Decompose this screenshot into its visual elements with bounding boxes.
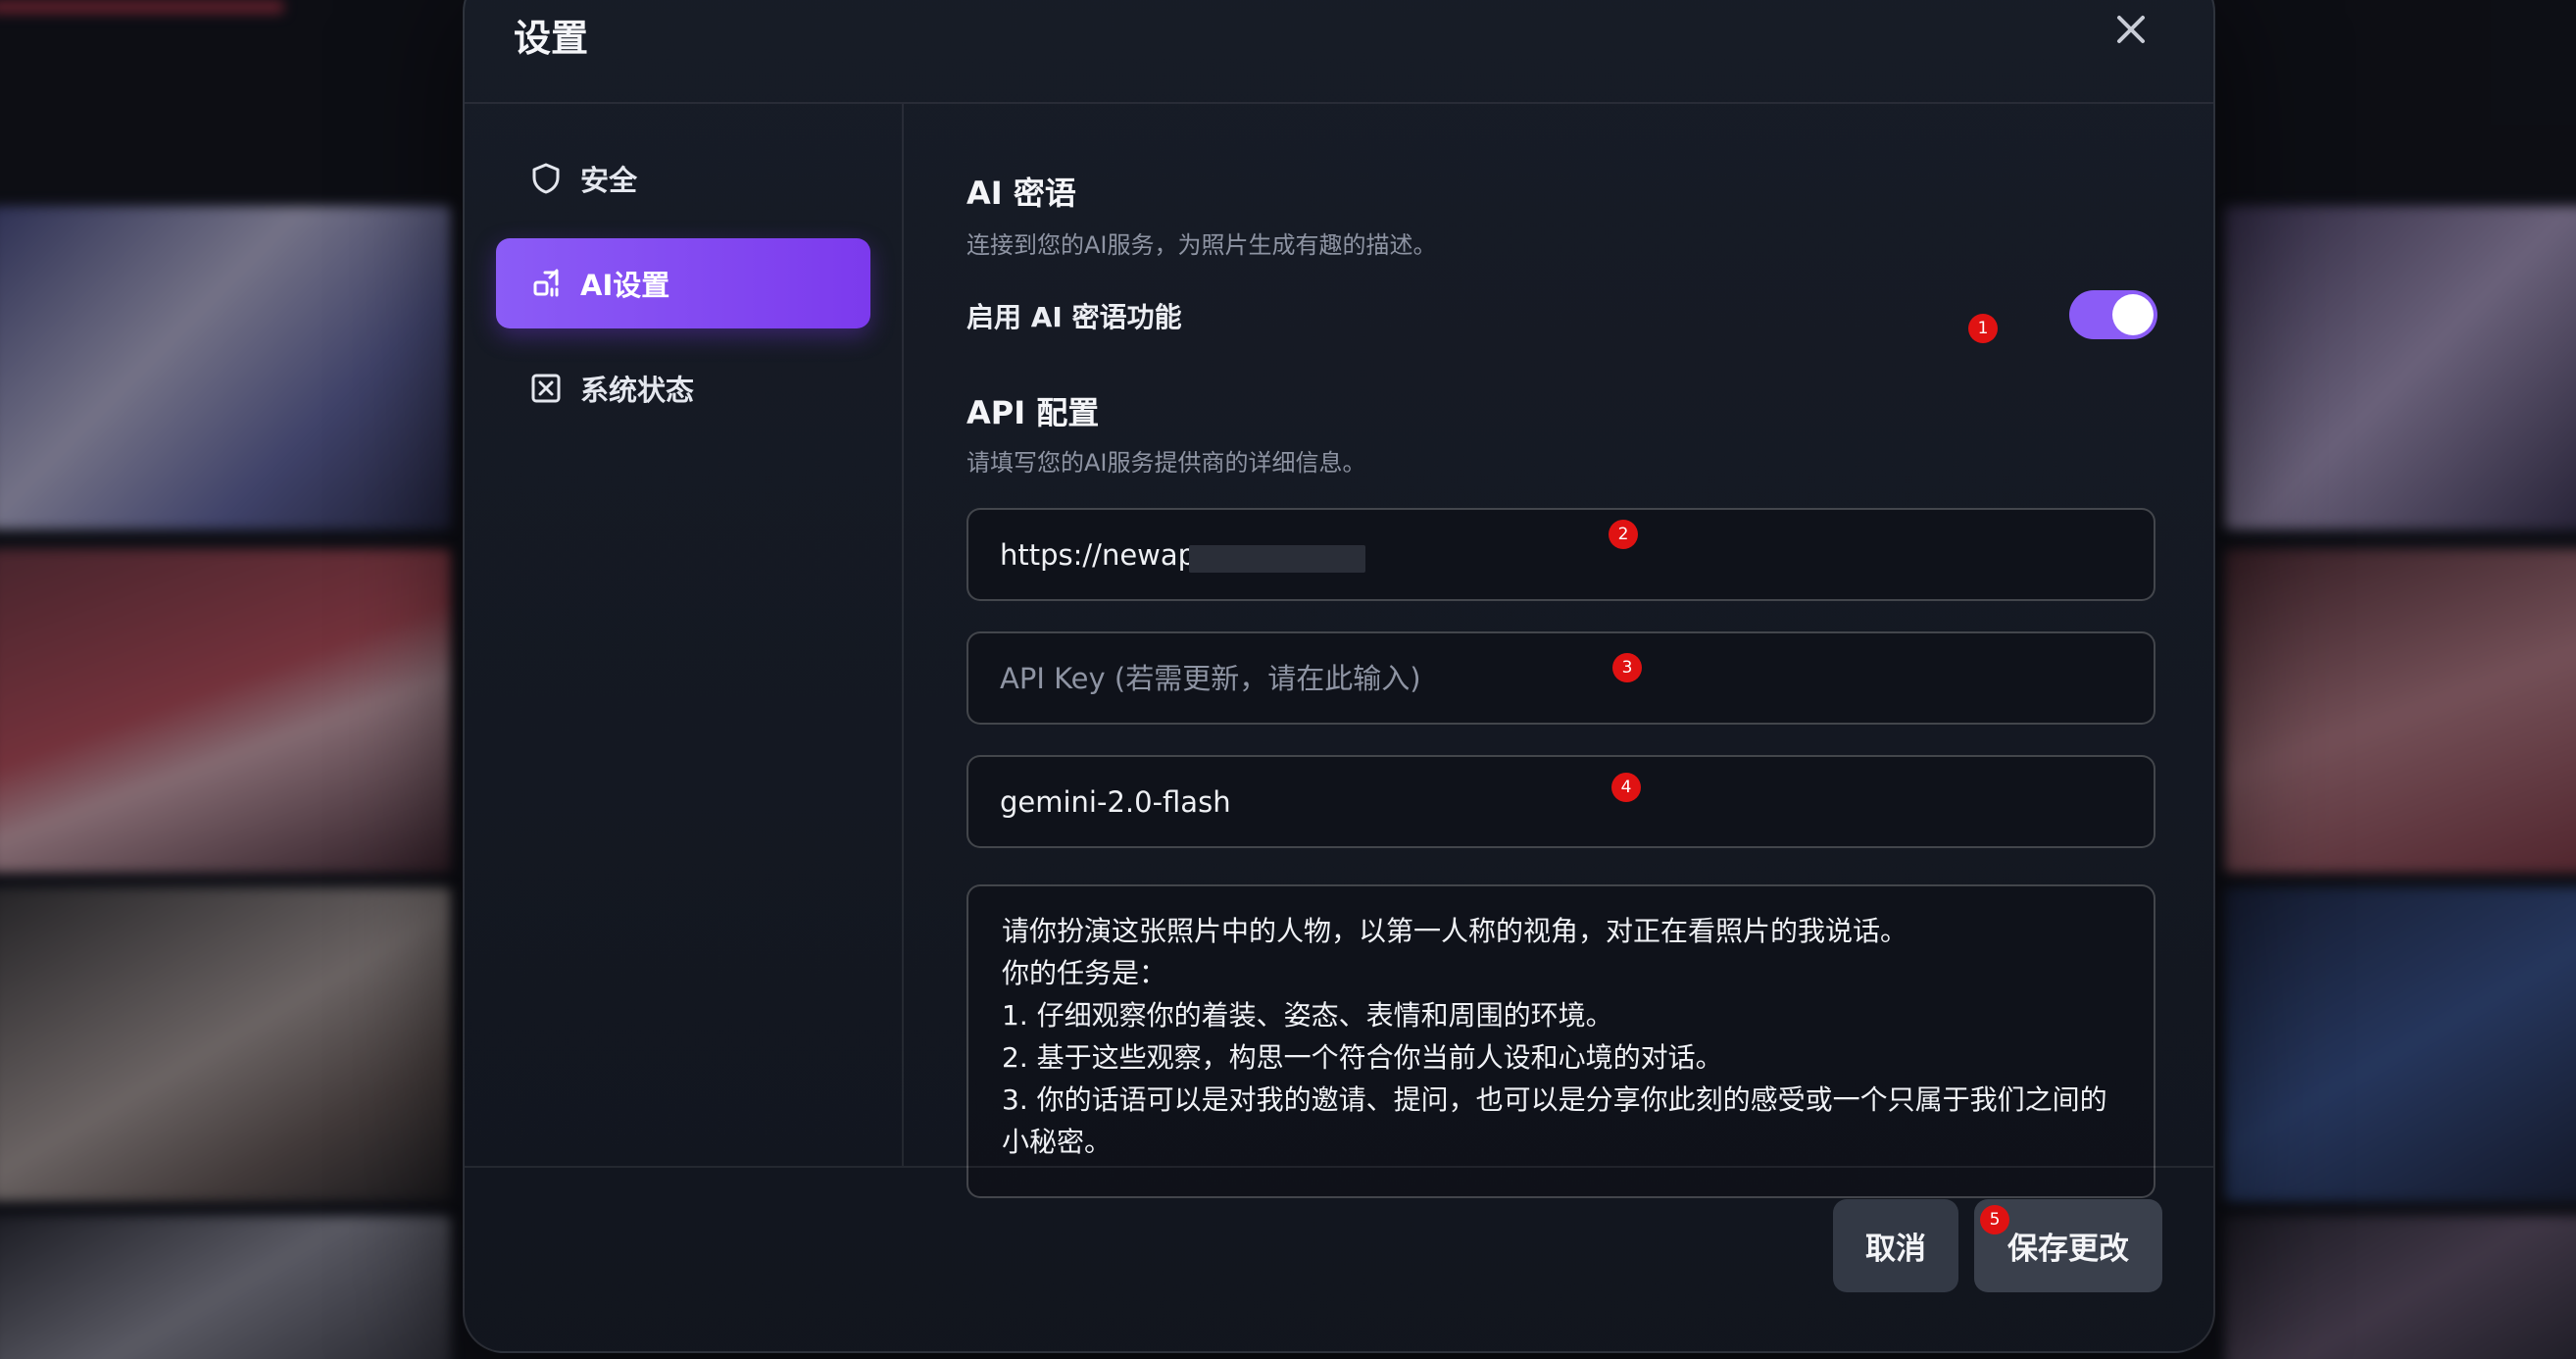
dialog-footer: 取消 保存更改 5 bbox=[465, 1166, 2213, 1351]
ai-settings-panel: AI 密语 连接到您的AI服务，为照片生成有趣的描述。 启用 AI 密语功能 1… bbox=[966, 104, 2158, 1198]
settings-dialog: 设置 安全 AI设置 系统状态 AI 密语 连接到您的AI服务，为照片生成有趣的… bbox=[463, 0, 2215, 1353]
prompt-line: 请你扮演这张照片中的人物，以第一人称的视角，对正在看照片的我说话。 bbox=[1002, 915, 1908, 947]
save-button-label: 保存更改 bbox=[2007, 1232, 2129, 1267]
marker-5: 5 bbox=[1980, 1205, 2009, 1234]
marker-2: 2 bbox=[1609, 520, 1638, 549]
status-box-icon bbox=[529, 372, 563, 405]
ai-toggle-label: 启用 AI 密语功能 bbox=[966, 301, 1182, 333]
api-key-wrapper: 3 bbox=[966, 631, 2155, 725]
ai-settings-icon bbox=[529, 267, 563, 300]
api-section-title: API 配置 bbox=[966, 394, 1100, 431]
prompt-line: 你的任务是： bbox=[1002, 957, 1167, 989]
marker-3: 3 bbox=[1612, 653, 1642, 682]
close-button[interactable] bbox=[2107, 8, 2155, 55]
sidebar-item-label: 安全 bbox=[580, 164, 638, 197]
api-url-field[interactable]: https://newap 2 bbox=[966, 508, 2155, 601]
ai-section-title: AI 密语 bbox=[966, 175, 1076, 212]
redacted-text bbox=[1189, 545, 1365, 573]
marker-4: 4 bbox=[1611, 773, 1641, 802]
prompt-textarea[interactable]: 请你扮演这张照片中的人物，以第一人称的视角，对正在看照片的我说话。 你的任务是：… bbox=[966, 884, 2155, 1198]
dialog-title: 设置 bbox=[514, 17, 589, 60]
dialog-header: 设置 bbox=[465, 2, 2213, 104]
api-url-value: https://newap bbox=[1000, 537, 1197, 572]
settings-sidebar: 安全 AI设置 系统状态 bbox=[465, 104, 904, 1166]
api-key-input[interactable] bbox=[966, 631, 2155, 725]
toggle-knob bbox=[2112, 294, 2154, 335]
sidebar-item-label: 系统状态 bbox=[580, 374, 695, 407]
shield-icon bbox=[529, 162, 563, 195]
ai-section-description: 连接到您的AI服务，为照片生成有趣的描述。 bbox=[966, 231, 1437, 259]
prompt-line: 1. 仔细观察你的着装、姿态、表情和周围的环境。 bbox=[1002, 999, 1613, 1032]
marker-1: 1 bbox=[1968, 314, 1998, 343]
sidebar-item-label: AI设置 bbox=[580, 269, 670, 302]
sidebar-item-system-status[interactable]: 系统状态 bbox=[496, 343, 870, 433]
model-field[interactable]: gemini-2.0-flash 4 bbox=[966, 755, 2155, 848]
model-value: gemini-2.0-flash bbox=[1000, 784, 1231, 819]
cancel-button[interactable]: 取消 bbox=[1833, 1199, 1958, 1292]
prompt-line: 3. 你的话语可以是对我的邀请、提问，也可以是分享你此刻的感受或一个只属于我们之… bbox=[1002, 1083, 2107, 1158]
prompt-line: 2. 基于这些观察，构思一个符合你当前人设和心境的对话。 bbox=[1002, 1041, 1723, 1074]
ai-enable-toggle[interactable] bbox=[2069, 290, 2157, 339]
close-icon bbox=[2115, 14, 2147, 49]
sidebar-item-security[interactable]: 安全 bbox=[496, 133, 870, 224]
api-section-description: 请填写您的AI服务提供商的详细信息。 bbox=[966, 449, 1366, 477]
sidebar-item-ai-settings[interactable]: AI设置 bbox=[496, 238, 870, 328]
